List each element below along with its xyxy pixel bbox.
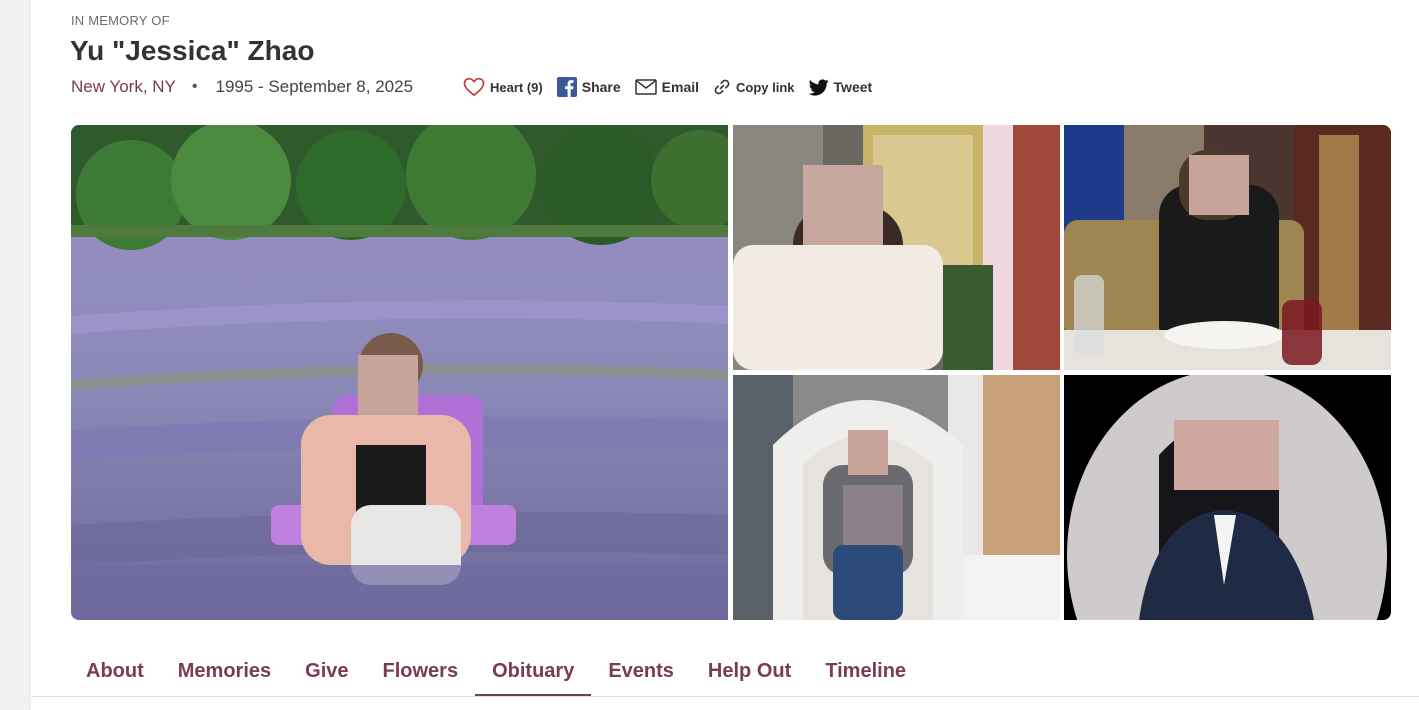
heart-icon xyxy=(463,77,485,97)
photo-storefront[interactable] xyxy=(733,125,1060,370)
location-link[interactable]: New York, NY xyxy=(71,77,176,97)
tab-obituary[interactable]: Obituary xyxy=(475,660,592,697)
twitter-bird-icon xyxy=(808,78,829,96)
copy-link-label: Copy link xyxy=(736,79,795,95)
photo-portrait[interactable] xyxy=(1064,375,1391,620)
tab-memories[interactable]: Memories xyxy=(161,660,288,694)
page-title: Yu "Jessica" Zhao xyxy=(70,35,315,66)
separator-bullet: • xyxy=(191,78,198,95)
tab-give[interactable]: Give xyxy=(288,660,365,694)
meta-row: New York, NY • 1995 - September 8, 2025 xyxy=(71,74,413,100)
left-rail xyxy=(0,0,31,710)
tab-flowers[interactable]: Flowers xyxy=(366,660,476,694)
email-label: Email xyxy=(661,79,700,95)
eyebrow-label: IN MEMORY OF xyxy=(71,13,170,28)
share-actions: Heart (9) Share Email Copy link Tweet xyxy=(463,74,872,100)
email-button[interactable]: Email xyxy=(634,79,700,95)
tabs-divider xyxy=(31,696,1419,697)
photo-white-chair[interactable] xyxy=(733,375,1060,620)
share-label: Share xyxy=(581,79,621,95)
tab-help-out[interactable]: Help Out xyxy=(691,660,808,694)
heart-button[interactable]: Heart (9) xyxy=(463,77,543,97)
tab-events[interactable]: Events xyxy=(591,660,691,694)
copy-link-button[interactable]: Copy link xyxy=(713,78,795,96)
tweet-button[interactable]: Tweet xyxy=(808,78,873,96)
link-icon xyxy=(713,78,731,96)
tweet-label: Tweet xyxy=(833,79,873,95)
photo-lavender-field[interactable] xyxy=(71,125,728,620)
tab-about[interactable]: About xyxy=(69,660,161,694)
life-dates: 1995 - September 8, 2025 xyxy=(215,77,414,96)
photo-gallery xyxy=(71,125,1391,620)
facebook-share-button[interactable]: Share xyxy=(556,77,621,97)
memorial-page: IN MEMORY OF Yu "Jessica" Zhao New York,… xyxy=(31,0,1419,710)
email-icon xyxy=(634,79,657,95)
memorial-tabs: About Memories Give Flowers Obituary Eve… xyxy=(69,660,923,697)
heart-label: Heart (9) xyxy=(490,79,543,95)
tab-timeline[interactable]: Timeline xyxy=(808,660,923,694)
facebook-icon xyxy=(556,77,577,97)
photo-restaurant[interactable] xyxy=(1064,125,1391,370)
